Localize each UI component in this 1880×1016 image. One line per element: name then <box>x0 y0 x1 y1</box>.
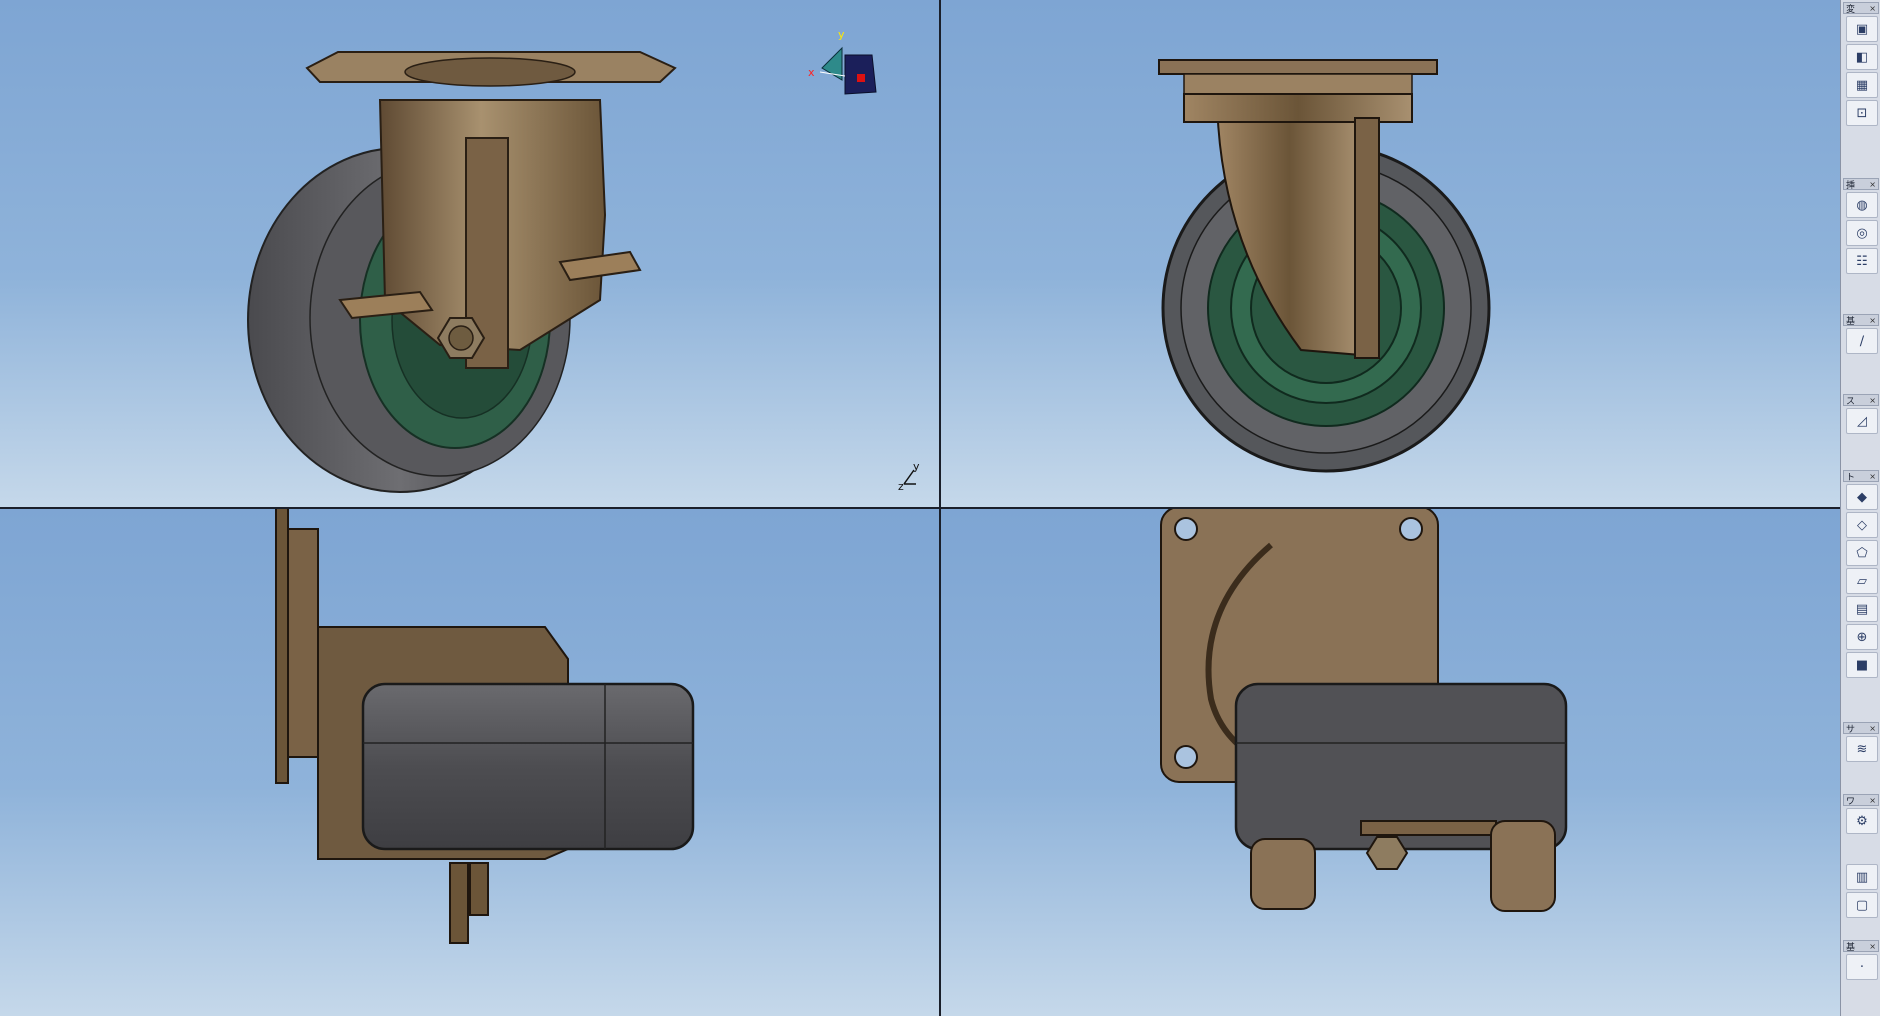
plane-icon[interactable]: ▱ <box>1846 568 1878 594</box>
viewport-left[interactable] <box>0 509 939 1016</box>
toolbar-group-reference: 基 × · <box>1843 940 1879 982</box>
close-icon[interactable]: × <box>1869 472 1876 481</box>
fit-all-icon[interactable]: ⊡ <box>1846 100 1878 126</box>
grid-icon[interactable]: ▦ <box>1846 72 1878 98</box>
toolbar-group-title: 変 <box>1846 4 1856 15</box>
box-open-icon[interactable]: ◇ <box>1846 512 1878 538</box>
viewport-right[interactable] <box>941 0 1840 507</box>
close-icon[interactable]: × <box>1869 942 1876 951</box>
caster-right-model[interactable] <box>941 0 1840 507</box>
caster-left-model[interactable] <box>0 509 939 1016</box>
toolbar-group-title: ス <box>1846 396 1856 407</box>
close-icon[interactable]: × <box>1869 316 1876 325</box>
toolbar-strip: 変 × ▣ ◧ ▦ ⊡ 挿 × ◍ ◎ ☷ 基 × ∕ ス × ◿ ト × ◆ ◇ ⬠ ▱… <box>1840 0 1880 1016</box>
cube-side-icon[interactable]: ◧ <box>1846 44 1878 70</box>
viewport-isometric[interactable]: y x y z <box>0 0 939 507</box>
svg-text:y: y <box>838 28 845 41</box>
sketch-icon[interactable]: ◿ <box>1846 408 1878 434</box>
toolbar-group-surface: サ × ≋ <box>1843 722 1879 764</box>
sphere-icon[interactable]: ◍ <box>1846 192 1878 218</box>
line-icon[interactable]: ∕ <box>1846 328 1878 354</box>
toolbar-group-view: 変 × ▣ ◧ ▦ ⊡ <box>1843 2 1879 128</box>
toolbar-group-tools: ト × ◆ ◇ ⬠ ▱ ▤ ⊕ ■ <box>1843 470 1879 680</box>
solid-icon[interactable]: ■ <box>1846 652 1878 678</box>
target-icon[interactable]: ⊕ <box>1846 624 1878 650</box>
toolbar-group-title: 基 <box>1846 942 1856 953</box>
tree-icon[interactable]: ☷ <box>1846 248 1878 274</box>
viewport-bottom[interactable] <box>941 509 1840 1016</box>
caster-bottom-model[interactable] <box>941 509 1840 1016</box>
toolbar-group-insert: 挿 × ◍ ◎ ☷ <box>1843 178 1879 276</box>
viewport-area[interactable]: y x y z <box>0 0 1840 1016</box>
close-icon[interactable]: × <box>1869 4 1876 13</box>
svg-text:y: y <box>913 460 920 473</box>
close-icon[interactable]: × <box>1869 180 1876 189</box>
toolbar-group-title: ワ <box>1846 796 1856 807</box>
svg-text:x: x <box>808 66 815 79</box>
cube-front-icon[interactable]: ▣ <box>1846 16 1878 42</box>
close-icon[interactable]: × <box>1869 396 1876 405</box>
box-icon[interactable]: ◆ <box>1846 484 1878 510</box>
prism-icon[interactable]: ⬠ <box>1846 540 1878 566</box>
axis-triad-icon: y z <box>898 460 920 493</box>
toolbar-group-title: 基 <box>1846 316 1856 327</box>
point-icon[interactable]: · <box>1846 954 1878 980</box>
close-icon[interactable]: × <box>1869 796 1876 805</box>
grid-small-icon[interactable]: ▥ <box>1846 864 1878 890</box>
gear-icon[interactable]: ⚙ <box>1846 808 1878 834</box>
frame-icon[interactable]: ▤ <box>1846 596 1878 622</box>
globe-icon[interactable]: ◎ <box>1846 220 1878 246</box>
toolbar-group-work: ワ × ⚙ <box>1843 794 1879 836</box>
toolbar-group-base: 基 × ∕ <box>1843 314 1879 356</box>
viewport-splitter-horizontal[interactable] <box>0 507 1840 509</box>
toolbar-group-title: 挿 <box>1846 180 1856 191</box>
toolbar-group-title: サ <box>1846 724 1856 735</box>
surface-icon[interactable]: ≋ <box>1846 736 1878 762</box>
close-icon[interactable]: × <box>1869 724 1876 733</box>
cube-wire-icon[interactable]: ▢ <box>1846 892 1878 918</box>
toolbar-group-sketch: ス × ◿ <box>1843 394 1879 436</box>
toolbar-group-extra: ▥ ▢ <box>1843 862 1879 920</box>
orientation-cube-icon[interactable]: y x <box>808 28 877 95</box>
svg-text:z: z <box>898 480 904 493</box>
toolbar-group-title: ト <box>1846 472 1856 483</box>
caster-isometric-model[interactable]: y x y z <box>0 0 939 507</box>
